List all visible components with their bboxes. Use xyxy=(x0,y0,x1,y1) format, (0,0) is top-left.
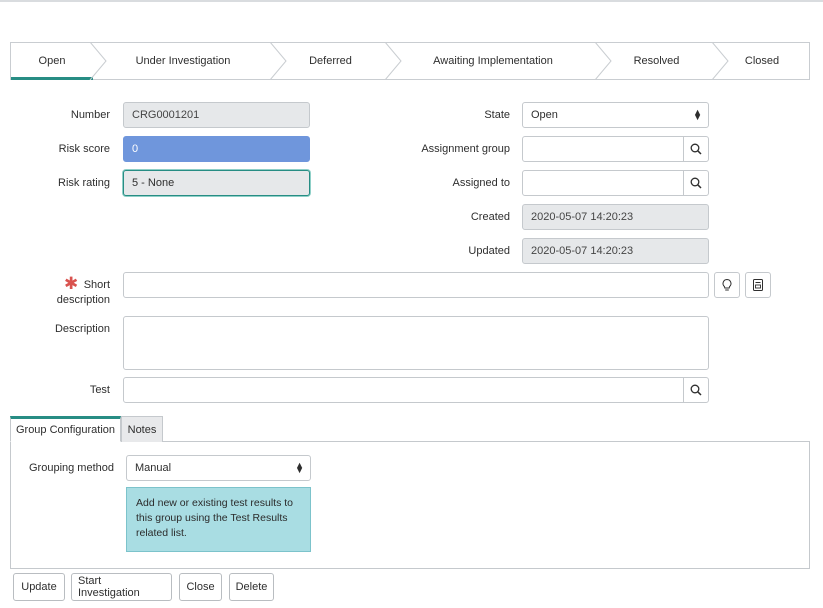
grouping-method-select[interactable]: Manual ▲ ▼ xyxy=(126,455,311,481)
risk-rating-value: 5 - None xyxy=(132,177,175,189)
flow-step-label: Under Investigation xyxy=(135,55,231,67)
flow-step-label: Closed xyxy=(744,55,780,67)
flow-step-label: Deferred xyxy=(309,55,352,67)
number-label: Number xyxy=(70,109,110,121)
info-message-text: Add new or existing test results to this… xyxy=(136,497,293,539)
risk-score-field[interactable]: 0 xyxy=(123,136,310,162)
assigned-to-input[interactable] xyxy=(522,170,684,196)
test-search-button[interactable] xyxy=(683,377,709,403)
assigned-to-label: Assigned to xyxy=(452,177,510,189)
update-button[interactable]: Update xyxy=(13,573,65,601)
delete-button[interactable]: Delete xyxy=(229,573,274,601)
assignment-group-input[interactable] xyxy=(522,136,684,162)
assigned-to-search-button[interactable] xyxy=(683,170,709,196)
short-description-input[interactable] xyxy=(123,272,709,298)
test-label: Test xyxy=(89,384,110,396)
select-caret-icon: ▲ ▼ xyxy=(295,460,304,475)
assignment-group-label: Assignment group xyxy=(421,143,510,155)
top-divider xyxy=(0,0,823,2)
test-input[interactable] xyxy=(123,377,684,403)
lightbulb-icon xyxy=(722,278,732,291)
state-label: State xyxy=(484,109,510,121)
suggestion-button[interactable] xyxy=(714,272,740,298)
select-caret-icon: ▲ ▼ xyxy=(693,107,702,122)
close-button[interactable]: Close xyxy=(179,573,222,601)
grouping-method-label: Grouping method xyxy=(29,462,114,474)
start-investigation-button[interactable]: Start Investigation xyxy=(71,573,172,601)
notebook-icon xyxy=(753,279,763,291)
tab-notes[interactable]: Notes xyxy=(121,416,163,442)
state-value: Open xyxy=(531,109,558,121)
description-label: Description xyxy=(54,323,110,335)
process-flow: Open Under Investigation Deferred Awaiti… xyxy=(10,42,810,80)
short-description-label-line2: description xyxy=(56,294,110,306)
info-message: Add new or existing test results to this… xyxy=(126,487,311,552)
state-select[interactable]: Open ▲ ▼ xyxy=(522,102,709,128)
flow-step-awaiting-implementation[interactable]: Awaiting Implementation xyxy=(388,43,598,79)
number-value: CRG0001201 xyxy=(132,109,200,121)
updated-value: 2020-05-07 14:20:23 xyxy=(531,245,634,257)
flow-step-open[interactable]: Open xyxy=(11,43,93,80)
created-value: 2020-05-07 14:20:23 xyxy=(531,211,634,223)
flow-step-under-investigation[interactable]: Under Investigation xyxy=(93,43,273,79)
risk-score-label: Risk score xyxy=(58,143,110,155)
number-field[interactable]: CRG0001201 xyxy=(123,102,310,128)
description-textarea[interactable] xyxy=(123,316,709,370)
updated-field[interactable]: 2020-05-07 14:20:23 xyxy=(522,238,709,264)
tab-group-configuration[interactable]: Group Configuration xyxy=(10,416,121,442)
short-description-label-line1: Short xyxy=(83,279,110,291)
tab-label: Notes xyxy=(127,423,157,436)
search-icon xyxy=(690,143,702,155)
search-icon xyxy=(690,177,702,189)
flow-step-label: Awaiting Implementation xyxy=(433,55,553,67)
flow-step-label: Open xyxy=(38,55,66,67)
updated-label: Updated xyxy=(468,245,510,257)
grouping-method-value: Manual xyxy=(135,462,172,474)
tab-label: Group Configuration xyxy=(15,424,116,436)
risk-score-value: 0 xyxy=(132,143,139,155)
created-field[interactable]: 2020-05-07 14:20:23 xyxy=(522,204,709,230)
flow-step-resolved[interactable]: Resolved xyxy=(598,43,715,79)
search-icon xyxy=(690,384,702,396)
template-button[interactable] xyxy=(745,272,771,298)
flow-step-deferred[interactable]: Deferred xyxy=(273,43,388,79)
risk-rating-label: Risk rating xyxy=(58,177,110,189)
flow-step-closed[interactable]: Closed xyxy=(715,43,809,79)
risk-rating-field[interactable]: 5 - None xyxy=(123,170,310,196)
assignment-group-search-button[interactable] xyxy=(683,136,709,162)
flow-step-label: Resolved xyxy=(633,55,680,67)
created-label: Created xyxy=(470,211,510,223)
